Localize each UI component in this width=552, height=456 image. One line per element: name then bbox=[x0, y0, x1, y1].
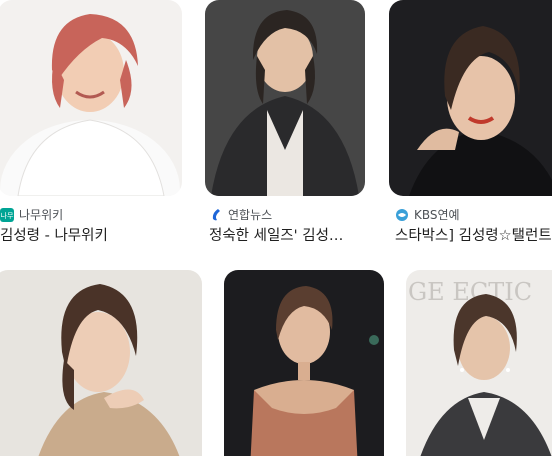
result-title-link[interactable]: 스타박스] 김성령☆탤런트 bbox=[395, 224, 552, 245]
image-search-results-grid: 나무 나무위키 김성령 - 나무위키 연합뉴스 정숙한 세일즈' 김성… KBS… bbox=[0, 0, 552, 456]
result-source[interactable]: 연합뉴스 bbox=[209, 206, 272, 223]
result-thumbnail[interactable] bbox=[205, 0, 365, 196]
image-result-card[interactable] bbox=[224, 270, 384, 456]
result-source[interactable]: KBS연예 bbox=[395, 206, 460, 223]
image-result-card[interactable]: GE ECTIC bbox=[406, 270, 552, 456]
result-source[interactable]: 나무 나무위키 bbox=[0, 206, 63, 223]
result-thumbnail[interactable] bbox=[0, 270, 202, 456]
result-thumbnail[interactable] bbox=[0, 0, 182, 196]
result-source-name: KBS연예 bbox=[414, 208, 460, 222]
result-source-name: 나무위키 bbox=[19, 208, 64, 222]
result-thumbnail[interactable] bbox=[224, 270, 384, 456]
namuwiki-logo-icon: 나무 bbox=[0, 207, 14, 222]
result-title-link[interactable]: 정숙한 세일즈' 김성… bbox=[209, 224, 367, 245]
yonhap-logo-icon bbox=[209, 208, 223, 222]
result-source-name: 연합뉴스 bbox=[228, 208, 273, 222]
kbs-logo-icon bbox=[395, 208, 409, 222]
image-result-card[interactable]: 연합뉴스 정숙한 세일즈' 김성… bbox=[205, 0, 367, 250]
image-result-card[interactable]: 나무 나무위키 김성령 - 나무위키 bbox=[0, 0, 186, 250]
image-result-card[interactable] bbox=[0, 270, 204, 456]
svg-text:나무: 나무 bbox=[1, 211, 14, 220]
result-title-link[interactable]: 김성령 - 나무위키 bbox=[0, 224, 184, 245]
result-thumbnail[interactable]: GE ECTIC bbox=[406, 270, 552, 456]
result-thumbnail[interactable] bbox=[389, 0, 552, 196]
image-result-card[interactable]: KBS연예 스타박스] 김성령☆탤런트 bbox=[389, 0, 552, 250]
